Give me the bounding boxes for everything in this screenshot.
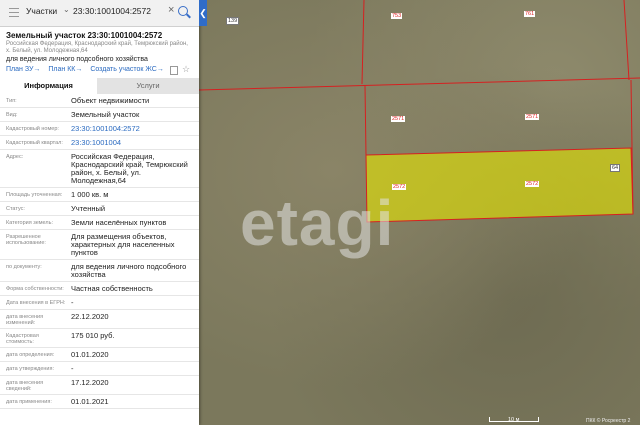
table-row: Статус: Учтенный (0, 202, 199, 216)
action-links: План ЗУ→ План КК→ Создать участок ЖС→ (6, 66, 170, 73)
row-label: Кадастровый квартал: (6, 140, 63, 146)
link-plan-kk-label[interactable]: План КК (48, 66, 75, 73)
map-label-2571-b[interactable]: 2571 (525, 114, 540, 120)
table-row: дата определения: 01.01.2020 (0, 348, 199, 362)
row-value: Частная собственность (71, 284, 153, 293)
table-row: дата внесения изменений: 22.12.2020 (0, 310, 199, 329)
menu-icon[interactable] (9, 8, 19, 17)
row-label: Статус: (6, 206, 25, 212)
scale-label: 10 м (508, 417, 520, 423)
row-label: дата определения: (6, 352, 55, 358)
copyright-text: ПКК © Росреестр 2 (586, 418, 631, 424)
table-row: по документу: для ведения личного подсобн… (0, 260, 199, 282)
star-icon[interactable]: ☆ (182, 64, 190, 75)
row-label: Разрешенное использование: (6, 234, 46, 246)
table-row: Кадастровая стоимость: 175 010 руб. (0, 329, 199, 348)
link-plan-kk[interactable]: План КК→ (48, 66, 82, 73)
boundary-line-vertical-right (623, 0, 630, 81)
row-value: Объект недвижимости (71, 96, 150, 105)
table-row: Тип: Объект недвижимости (0, 94, 199, 108)
table-row: Категория земель: Земли населённых пункто… (0, 216, 199, 230)
row-value: Учтенный (71, 204, 106, 213)
collapse-panel-button[interactable]: ❮ (199, 0, 207, 26)
chevron-down-icon[interactable]: ⌄ (63, 5, 70, 14)
row-label: дата внесения изменений: (6, 314, 44, 326)
search-bar: Участки ⌄ 23:30:1001004:2572 × (0, 0, 199, 27)
search-icon[interactable] (178, 6, 188, 16)
object-address: Российская Федерация, Краснодарский край… (6, 41, 188, 54)
boundary-line-vertical-mid (364, 85, 367, 156)
row-label: Вид: (6, 112, 18, 118)
row-value: Российская Федерация, Краснодарский край… (71, 152, 188, 185)
table-row: Площадь уточненная: 1 000 кв. м (0, 188, 199, 202)
watermark-logo: etagi (240, 187, 395, 259)
table-row: Адрес: Российская Федерация, Краснодарски… (0, 150, 199, 188)
row-label: дата утверждения: (6, 366, 55, 372)
link-create-parcel-label[interactable]: Создать участок ЖС (90, 66, 157, 73)
row-label: Категория земель: (6, 220, 54, 226)
table-row: Кадастровый квартал: 23:30:1001004 (0, 136, 199, 150)
row-value: 01.01.2021 (71, 397, 109, 406)
row-label: Дата внесения в ЕГРН: (6, 300, 66, 306)
table-row: Разрешенное использование: Для размещения… (0, 230, 199, 260)
row-label: Площадь уточненная: (6, 192, 63, 198)
row-value: 01.01.2020 (71, 350, 109, 359)
row-value: 175 010 руб. (71, 331, 115, 340)
table-row: дата утверждения: - (0, 362, 199, 376)
close-icon[interactable]: × (168, 4, 174, 16)
row-value: для ведения личного подсобного хозяйства (71, 262, 187, 279)
tab-bar: Информация Услуги (0, 78, 199, 96)
cadastral-number-link[interactable]: 23:30:1001004:2572 (68, 122, 199, 135)
object-type-select[interactable]: Участки (26, 6, 57, 16)
row-label: по документу: (6, 264, 42, 270)
table-row: Дата внесения в ЕГРН: - (0, 296, 199, 310)
map-label-2572-b[interactable]: 2572 (525, 181, 540, 187)
row-value: 1 000 кв. м (71, 190, 109, 199)
link-create-parcel[interactable]: Создать участок ЖС→ (90, 66, 164, 73)
table-row: Вид: Земельный участок (0, 108, 199, 122)
link-plan-zu[interactable]: План ЗУ→ (6, 66, 40, 73)
map-label-761[interactable]: 761 (524, 11, 536, 17)
object-title: Земельный участок 23:30:1001004:2572 (6, 31, 163, 40)
row-label: Адрес: (6, 154, 24, 160)
map-label-2571-a[interactable]: 2571 (391, 116, 406, 122)
search-input[interactable]: 23:30:1001004:2572 (73, 6, 151, 16)
object-purpose: для ведения личного подсобного хозяйства (6, 56, 148, 63)
row-value: - (71, 364, 74, 373)
attribute-table: Тип: Объект недвижимости Вид: Земельный уч… (0, 94, 199, 409)
row-value: Земли населённых пунктов (71, 218, 167, 227)
row-value: 22.12.2020 (71, 312, 109, 321)
table-row: Форма собственности: Частная собственност… (0, 282, 199, 296)
cadastral-quarter-link[interactable]: 23:30:1001004 (68, 136, 199, 149)
row-value: 17.12.2020 (71, 378, 109, 387)
row-label: Форма собственности: (6, 286, 64, 292)
document-icon[interactable] (170, 66, 178, 75)
row-value: Для размещения объектов, характерных для… (71, 232, 175, 257)
tab-services[interactable]: Услуги (97, 78, 199, 94)
row-label: Кадастровая стоимость: (6, 333, 39, 345)
info-panel: Участки ⌄ 23:30:1001004:2572 × Земельный… (0, 0, 199, 425)
row-label: дата применения: (6, 399, 52, 405)
row-value: Земельный участок (71, 110, 140, 119)
row-label: Кадастровый номер: (6, 126, 59, 132)
row-label: Тип: (6, 98, 17, 104)
boundary-line-top (199, 77, 640, 91)
link-plan-zu-label[interactable]: План ЗУ (6, 66, 33, 73)
row-label: дата внесения сведений: (6, 380, 44, 392)
map-label-139[interactable]: 139 (226, 17, 240, 25)
boundary-line-vertical-left (361, 0, 365, 85)
table-row: дата внесения сведений: 17.12.2020 (0, 376, 199, 395)
map-label-64[interactable]: 64 (610, 164, 621, 172)
chevron-left-icon[interactable]: ❮ (199, 8, 207, 18)
row-value: - (71, 298, 74, 307)
table-row: дата применения: 01.01.2021 (0, 395, 199, 409)
map-label-753[interactable]: 753 (391, 13, 403, 19)
table-row: Кадастровый номер: 23:30:1001004:2572 (0, 122, 199, 136)
